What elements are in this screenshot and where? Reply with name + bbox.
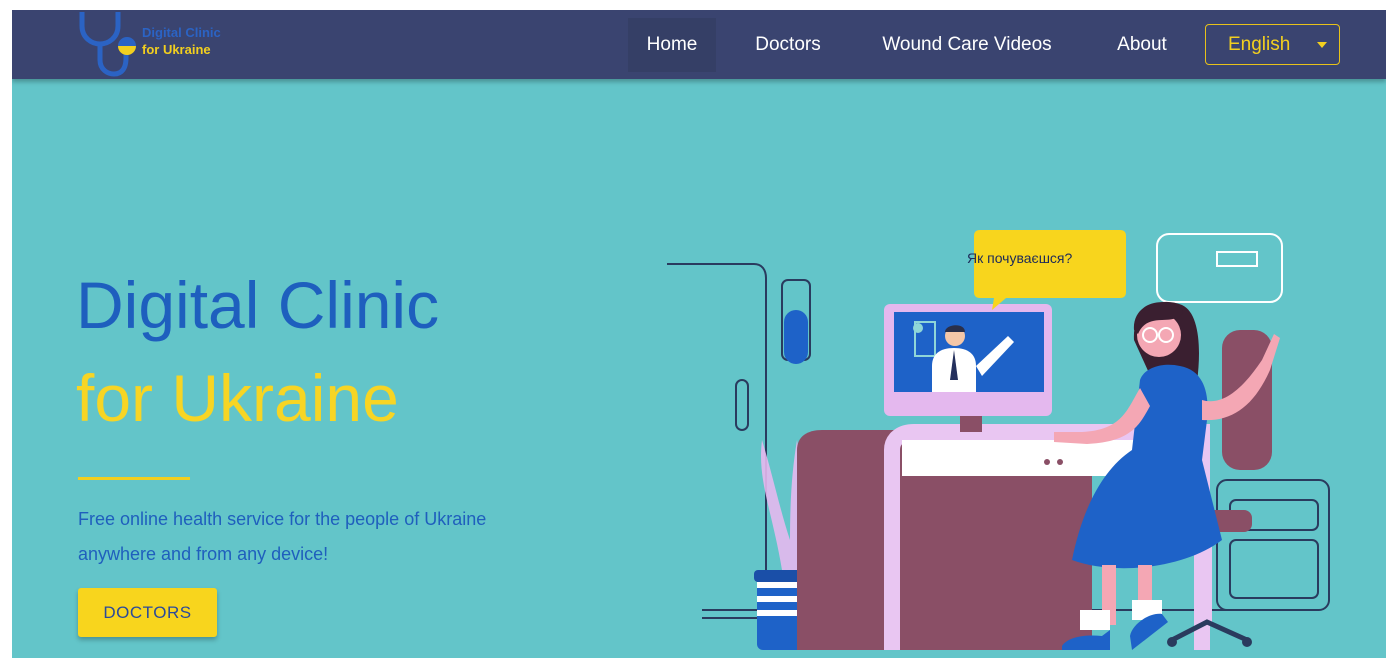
hero-description-line2: anywhere and from any device!	[78, 544, 329, 564]
nav-doctors[interactable]: Doctors	[738, 18, 838, 72]
brand-name-line2: for Ukraine	[142, 42, 211, 57]
nav-wound-care-videos[interactable]: Wound Care Videos	[862, 18, 1072, 72]
language-label: English	[1228, 34, 1291, 55]
hero-title-line1: Digital Clinic	[76, 268, 440, 342]
nav-about[interactable]: About	[1102, 18, 1182, 72]
title-divider	[78, 477, 190, 480]
nav-home[interactable]: Home	[628, 18, 716, 72]
brand-name-line1: Digital Clinic	[142, 25, 221, 40]
hero-description: Free online health service for the peopl…	[78, 502, 598, 572]
stethoscope-icon	[79, 12, 136, 77]
top-navbar: Digital Clinic for Ukraine Home Doctors …	[12, 10, 1386, 79]
telehealth-scene	[667, 230, 1330, 650]
hero-title-line2: for Ukraine	[76, 361, 399, 435]
caret-down-icon	[1317, 42, 1327, 48]
language-dropdown[interactable]: English	[1205, 24, 1340, 65]
doctors-button[interactable]: DOCTORS	[78, 588, 217, 637]
brand-logo[interactable]: Digital Clinic for Ukraine	[74, 12, 254, 78]
page-frame: Digital Clinic for Ukraine Home Doctors …	[12, 10, 1386, 658]
hero-description-line1: Free online health service for the peopl…	[78, 509, 487, 529]
hero-illustration: Як почуваєшся?	[662, 210, 1382, 658]
speech-bubble-text: Як почуваєшся?	[967, 250, 1073, 266]
